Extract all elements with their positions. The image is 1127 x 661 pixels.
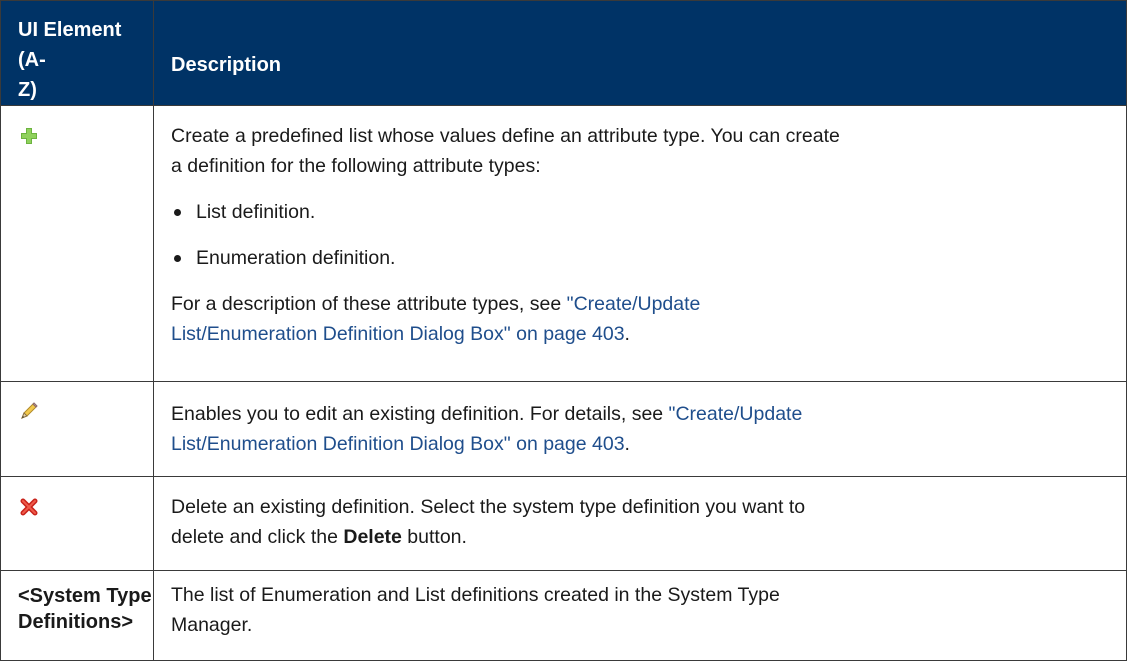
add-intro-line1: Create a predefined list whose values de…	[171, 125, 840, 147]
delete-line2-prefix: delete and click the	[171, 526, 344, 548]
description-cell-definitions: The list of Enumeration and List definit…	[153, 570, 1127, 661]
add-para-prefix: For a description of these attribute typ…	[171, 293, 567, 315]
pencil-icon	[18, 400, 40, 422]
delete-button-name: Delete	[343, 526, 402, 548]
delete-line2: delete and click the Delete button.	[171, 522, 1120, 552]
table-row-add: Create a predefined list whose values de…	[0, 105, 1127, 382]
add-para-suffix: .	[624, 323, 630, 345]
table-row-edit: Enables you to edit an existing definiti…	[0, 381, 1127, 477]
create-update-link[interactable]: "Create/Update	[669, 403, 803, 425]
edit-text-prefix: Enables you to edit an existing definiti…	[171, 403, 669, 425]
add-icon	[18, 125, 40, 147]
create-update-link-cont[interactable]: List/Enumeration Definition Dialog Box" …	[171, 433, 625, 455]
definitions-label-line1: <System Type	[18, 585, 152, 607]
list-item: Enumeration definition.	[171, 243, 1120, 273]
header-description-label: Description	[171, 54, 282, 76]
ui-elements-table: UI Element (A- Z) Description Create a p…	[0, 0, 1127, 661]
table-row-definitions: <System Type Definitions> The list of En…	[0, 570, 1127, 661]
add-intro-line2: a definition for the following attribute…	[171, 155, 541, 177]
definitions-label-line2: Definitions>	[18, 611, 134, 633]
edit-line1: Enables you to edit an existing definiti…	[171, 399, 1120, 429]
delete-line1: Delete an existing definition. Select th…	[171, 496, 806, 518]
delete-line2-suffix: button.	[401, 526, 467, 548]
header-description: Description	[153, 0, 1127, 106]
ui-element-cell-add	[0, 105, 154, 382]
definitions-line1: The list of Enumeration and List definit…	[171, 584, 780, 606]
edit-text-suffix: .	[624, 433, 630, 455]
definitions-line2: Manager.	[171, 614, 253, 636]
ui-element-cell-edit	[0, 381, 154, 477]
create-update-link-cont[interactable]: List/Enumeration Definition Dialog Box" …	[171, 323, 625, 345]
header-ui-element: UI Element (A- Z)	[0, 0, 154, 106]
description-cell-add: Create a predefined list whose values de…	[153, 105, 1127, 382]
table-row-delete: Delete an existing definition. Select th…	[0, 476, 1127, 571]
edit-line2: List/Enumeration Definition Dialog Box" …	[171, 429, 1120, 459]
delete-icon	[18, 496, 40, 518]
header-ui-element-line2: Z)	[18, 79, 37, 101]
add-para-line1: For a description of these attribute typ…	[171, 289, 1120, 319]
description-cell-delete: Delete an existing definition. Select th…	[153, 476, 1127, 571]
description-cell-edit: Enables you to edit an existing definiti…	[153, 381, 1127, 477]
create-update-link[interactable]: "Create/Update	[567, 293, 701, 315]
header-ui-element-line1: UI Element (A-	[18, 19, 122, 71]
list-item: List definition.	[171, 197, 1120, 227]
ui-element-cell-definitions: <System Type Definitions>	[0, 570, 154, 661]
ui-element-cell-delete	[0, 476, 154, 571]
table-header-row: UI Element (A- Z) Description	[0, 0, 1127, 106]
add-para-line2: List/Enumeration Definition Dialog Box" …	[171, 319, 1120, 349]
